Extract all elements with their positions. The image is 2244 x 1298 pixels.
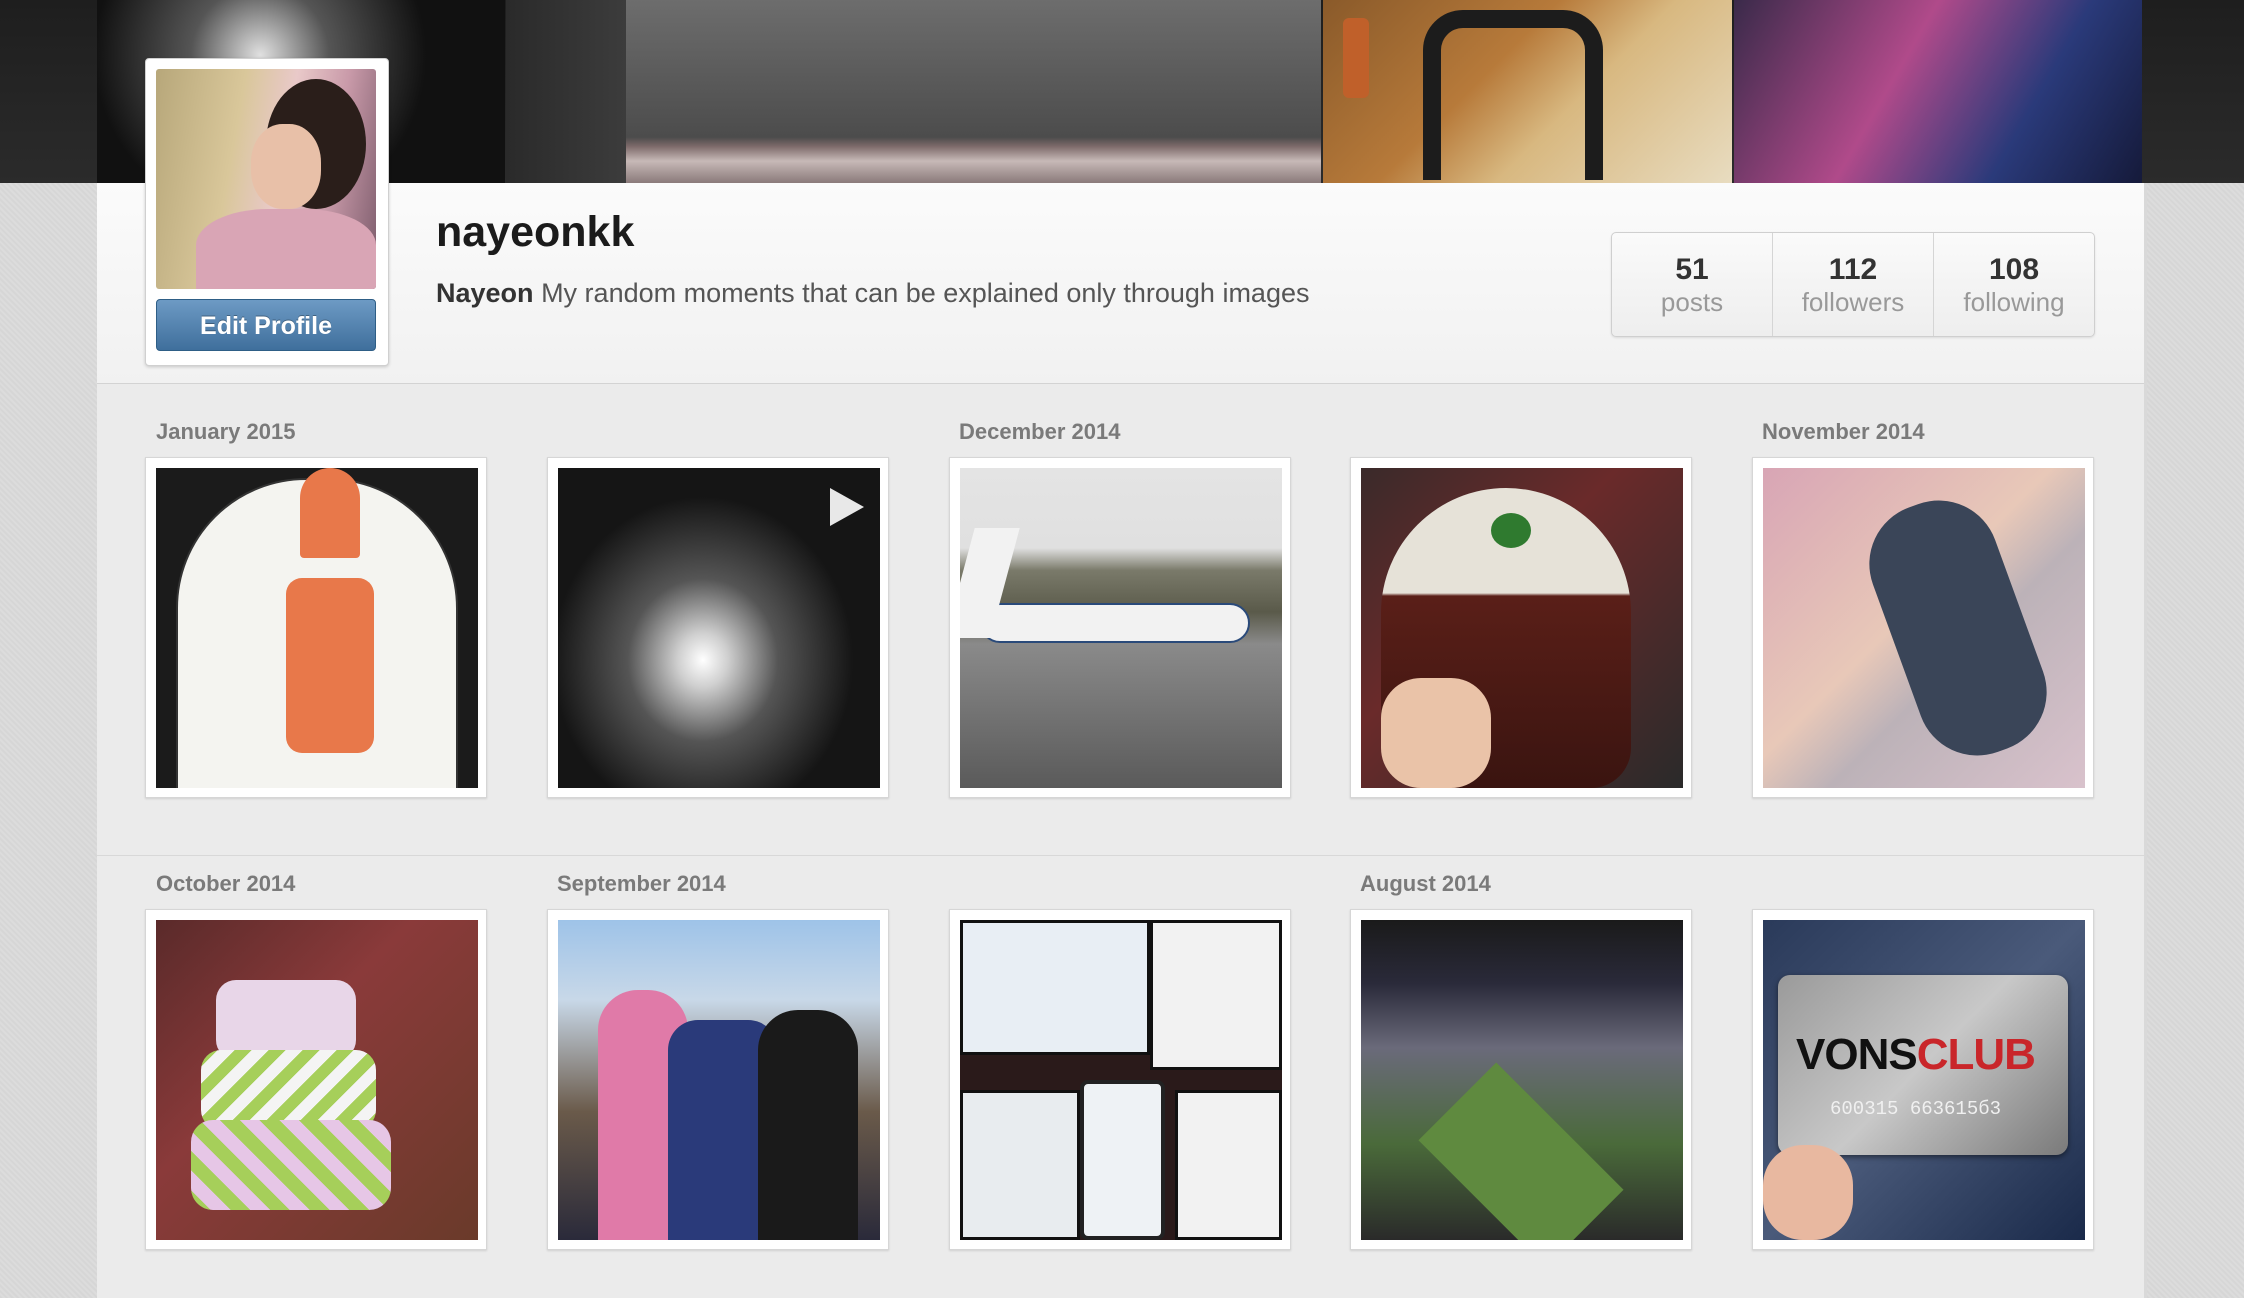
photo-selfie-lying	[1763, 468, 2085, 788]
avatar[interactable]	[156, 69, 376, 289]
vons-brand-text: VONS	[1796, 1030, 1918, 1079]
following-stat[interactable]: 108 following	[1934, 233, 2094, 336]
month-heading: November 2014	[1762, 419, 1925, 444]
photo-birthday-cake	[156, 920, 478, 1240]
photo-tile[interactable]	[949, 457, 1291, 798]
followers-stat[interactable]: 112 followers	[1773, 233, 1934, 336]
photo-vons-club-card: VONSCLUB 600315 663615б3	[1763, 920, 2085, 1240]
following-label: following	[1963, 287, 2065, 317]
cover-photo-desk	[1323, 0, 1732, 183]
photo-tile[interactable]	[1350, 457, 1692, 798]
photo-screens-collage	[960, 920, 1282, 1240]
profile-stats: 51 posts 112 followers 108 following	[1611, 232, 2095, 337]
edit-profile-button[interactable]: Edit Profile	[156, 299, 376, 351]
video-tile[interactable]	[547, 457, 889, 798]
photo-target-practice	[156, 468, 478, 788]
cover-photo-tarmac	[506, 0, 1321, 183]
photo-tile[interactable]	[1752, 457, 2094, 798]
followers-label: followers	[1801, 287, 1905, 317]
play-icon	[830, 488, 864, 526]
photo-tile[interactable]	[145, 457, 487, 798]
photo-sparkler-video	[558, 468, 880, 788]
posts-count: 51	[1675, 253, 1709, 286]
month-heading: August 2014	[1360, 871, 1491, 896]
posts-label: posts	[1660, 287, 1724, 317]
cover-photo-group	[1734, 0, 2142, 183]
photo-tile[interactable]	[1350, 909, 1692, 1250]
month-heading: December 2014	[959, 419, 1121, 444]
photo-coffee-cup	[1361, 468, 1683, 788]
profile-username: nayeonkk	[436, 208, 635, 256]
photo-tile[interactable]	[145, 909, 487, 1250]
following-count: 108	[1988, 253, 2040, 286]
page-background-left	[0, 183, 97, 1298]
posts-stat[interactable]: 51 posts	[1612, 233, 1773, 336]
avatar-card: Edit Profile	[145, 58, 389, 366]
vons-club-text: CLUB	[1916, 1030, 2036, 1079]
photo-tile[interactable]: VONSCLUB 600315 663615б3	[1752, 909, 2094, 1250]
vons-card-number: 600315 663615б3	[1830, 1098, 2002, 1120]
section-divider	[97, 855, 2144, 856]
photo-tile[interactable]	[547, 909, 889, 1250]
photo-seaplane	[960, 468, 1282, 788]
photo-baseball-stadium	[1361, 920, 1683, 1240]
followers-count: 112	[1828, 253, 1878, 286]
profile-bio-text: My random moments that can be explained …	[541, 278, 1310, 308]
profile-bio: Nayeon My random moments that can be exp…	[436, 278, 1309, 309]
page-background-right	[2147, 183, 2244, 1298]
profile-full-name: Nayeon	[436, 278, 534, 308]
photo-friends-group	[558, 920, 880, 1240]
month-heading: September 2014	[557, 871, 726, 896]
month-heading: October 2014	[156, 871, 296, 896]
photo-tile[interactable]	[949, 909, 1291, 1250]
month-heading: January 2015	[156, 419, 296, 444]
